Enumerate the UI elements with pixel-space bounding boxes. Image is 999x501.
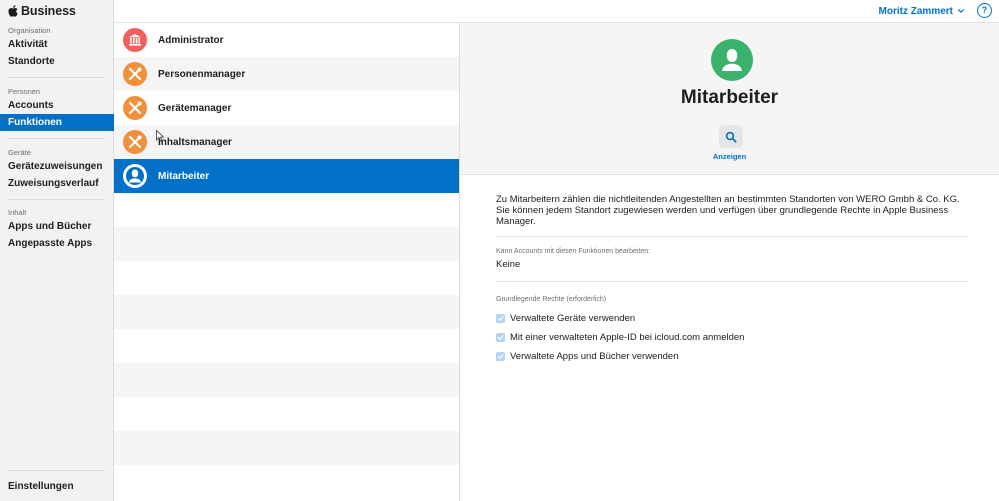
sidebar-item-zuweisungsverlauf[interactable]: Zuweisungsverlauf bbox=[0, 175, 114, 192]
help-button[interactable]: ? bbox=[977, 3, 992, 18]
person-icon bbox=[722, 49, 742, 71]
sidebar-item-geraetezuweisungen[interactable]: Gerätezuweisungen bbox=[0, 158, 114, 175]
right-label: Verwaltete Geräte verwenden bbox=[510, 312, 636, 324]
sidebar-item-standorte[interactable]: Standorte bbox=[0, 53, 114, 70]
empty-row bbox=[114, 261, 459, 295]
sidebar: Business Organisation Aktivität Standort… bbox=[0, 0, 114, 501]
check-icon bbox=[497, 315, 504, 321]
person-icon bbox=[123, 164, 147, 188]
role-list: Administrator Personenmanager Gerätemana… bbox=[114, 23, 460, 501]
detail-header: Mitarbeiter Anzeigen bbox=[460, 23, 999, 175]
role-label: Personenmanager bbox=[158, 68, 246, 80]
role-label: Mitarbeiter bbox=[158, 170, 210, 182]
divider bbox=[496, 236, 968, 237]
avatar bbox=[711, 39, 753, 81]
check-icon bbox=[497, 334, 504, 340]
section-inhalt: Inhalt Apps und Bücher Angepasste Apps bbox=[0, 207, 114, 252]
role-row-mitarbeiter[interactable]: Mitarbeiter bbox=[114, 159, 459, 193]
divider bbox=[8, 199, 104, 200]
divider bbox=[8, 138, 104, 139]
role-label: Gerätemanager bbox=[158, 102, 232, 114]
section-geraete: Geräte Gerätezuweisungen Zuweisungsverla… bbox=[0, 147, 114, 192]
right-item: Verwaltete Geräte verwenden bbox=[496, 312, 635, 324]
sidebar-item-funktionen[interactable]: Funktionen bbox=[0, 114, 114, 131]
role-label: Administrator bbox=[158, 34, 224, 46]
empty-row bbox=[114, 329, 459, 363]
view-button-label[interactable]: Anzeigen bbox=[460, 152, 999, 161]
right-label: Verwaltete Apps und Bücher verwenden bbox=[510, 350, 679, 362]
empty-row bbox=[114, 363, 459, 397]
can-edit-value: Keine bbox=[496, 259, 521, 270]
brand-name: Business bbox=[21, 4, 76, 18]
detail-pane: Mitarbeiter Anzeigen Zu Mitarbeitern zäh… bbox=[460, 23, 999, 501]
sidebar-item-aktivitaet[interactable]: Aktivität bbox=[0, 36, 114, 53]
role-row-personenmanager[interactable]: Personenmanager bbox=[114, 57, 459, 91]
empty-row bbox=[114, 227, 459, 261]
section-personen: Personen Accounts Funktionen bbox=[0, 86, 114, 131]
chevron-down-icon bbox=[958, 9, 964, 13]
checkbox-disabled bbox=[496, 313, 505, 323]
tools-icon bbox=[123, 62, 147, 86]
page-title: Mitarbeiter bbox=[680, 87, 779, 108]
role-row-inhaltsmanager[interactable]: Inhaltsmanager bbox=[114, 125, 459, 159]
right-item: Mit einer verwalteten Apple-ID bei iclou… bbox=[496, 331, 744, 343]
section-organisation: Organisation Aktivität Standorte bbox=[0, 25, 114, 70]
mouse-cursor-icon bbox=[156, 130, 164, 142]
role-description: Zu Mitarbeitern zählen die nichtleitende… bbox=[496, 194, 960, 227]
user-name: Moritz Zammert bbox=[878, 5, 953, 17]
section-title: Inhalt bbox=[8, 208, 27, 217]
sidebar-item-apps-und-buecher[interactable]: Apps und Bücher bbox=[0, 218, 114, 235]
sidebar-item-angepasste-apps[interactable]: Angepasste Apps bbox=[0, 235, 114, 252]
empty-row bbox=[114, 193, 459, 227]
bank-icon bbox=[123, 28, 147, 52]
sidebar-item-accounts[interactable]: Accounts bbox=[0, 97, 114, 114]
divider bbox=[496, 281, 968, 282]
user-menu[interactable]: Moritz Zammert bbox=[879, 4, 965, 18]
sidebar-item-einstellungen[interactable]: Einstellungen bbox=[0, 478, 114, 495]
right-item: Verwaltete Apps und Bücher verwenden bbox=[496, 350, 678, 362]
apple-logo-icon bbox=[8, 5, 18, 17]
empty-row bbox=[114, 431, 459, 465]
search-icon bbox=[725, 131, 737, 142]
checkbox-disabled bbox=[496, 332, 505, 342]
right-label: Mit einer verwalteten Apple-ID bei iclou… bbox=[510, 331, 745, 343]
brand: Business bbox=[8, 3, 76, 19]
can-edit-heading: Kann Accounts mit diesen Funktionen bear… bbox=[496, 248, 651, 255]
role-row-administrator[interactable]: Administrator bbox=[114, 23, 459, 57]
divider bbox=[8, 77, 104, 78]
empty-row bbox=[114, 295, 459, 329]
section-title: Personen bbox=[8, 87, 41, 96]
rights-heading: Grundlegende Rechte (erforderlich) bbox=[496, 296, 607, 303]
section-title: Geräte bbox=[8, 148, 31, 157]
role-row-geraetemanager[interactable]: Gerätemanager bbox=[114, 91, 459, 125]
top-bar: Moritz Zammert ? bbox=[114, 0, 999, 23]
tools-icon bbox=[123, 130, 147, 154]
role-label: Inhaltsmanager bbox=[158, 136, 232, 148]
tools-icon bbox=[123, 96, 147, 120]
section-footer: Einstellungen bbox=[0, 478, 114, 495]
empty-row bbox=[114, 397, 459, 431]
section-title: Organisation bbox=[8, 26, 51, 35]
checkbox-disabled bbox=[496, 351, 505, 361]
check-icon bbox=[497, 353, 504, 359]
divider bbox=[8, 470, 104, 471]
empty-row bbox=[114, 465, 459, 499]
view-button[interactable] bbox=[719, 125, 743, 148]
